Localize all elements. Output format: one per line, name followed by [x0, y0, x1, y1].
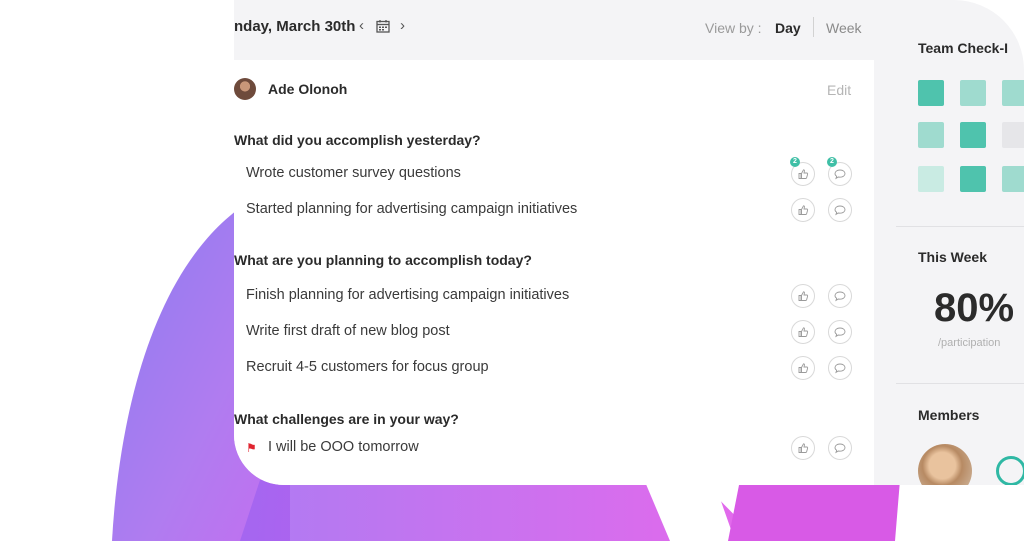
thumbs-up-icon	[798, 443, 809, 453]
team-checkin-title: Team Check-I	[918, 40, 1008, 56]
checkin-tile[interactable]	[960, 166, 986, 192]
red-flag-icon: ⚑	[246, 441, 257, 455]
checkin-tile[interactable]	[1002, 166, 1024, 192]
comment-icon	[834, 291, 846, 302]
like-button[interactable]: 2	[790, 157, 815, 186]
participation-label: /participation	[938, 337, 1001, 349]
checkin-tile[interactable]	[918, 122, 944, 148]
user-name: Ade Olonoh	[268, 81, 348, 97]
thumbs-up-icon	[798, 363, 809, 373]
comment-icon	[834, 205, 846, 216]
comment-button[interactable]: 2	[827, 157, 852, 186]
edit-link[interactable]: Edit	[827, 82, 851, 98]
checkin-card: Ade Olonoh Edit What did you accomplish …	[234, 60, 874, 485]
checkin-tile[interactable]	[918, 80, 944, 106]
comment-icon	[834, 169, 846, 180]
this-week-title: This Week	[918, 249, 987, 265]
thumbs-up-icon	[798, 327, 809, 337]
date-toolbar: nday, March 30th ‹ › View by : Day Week	[234, 0, 874, 58]
chevron-left-icon[interactable]: ‹	[359, 17, 364, 34]
question-heading: What are you planning to accomplish toda…	[234, 252, 532, 268]
like-button[interactable]	[791, 284, 815, 308]
item-text: I will be OOO tomorrow	[268, 439, 419, 455]
comment-button[interactable]	[828, 436, 852, 460]
list-item: Finish planning for advertising campaign…	[234, 282, 854, 310]
question-heading: What challenges are in your way?	[234, 411, 459, 427]
list-item: Started planning for advertising campaig…	[234, 196, 854, 224]
date-title: nday, March 30th	[234, 18, 356, 35]
list-item: Recruit 4-5 customers for focus group	[234, 354, 854, 382]
comment-button[interactable]	[828, 356, 852, 380]
divider	[896, 383, 1024, 384]
participation-value: 80%	[934, 286, 1015, 330]
sidebar: Team Check-I This Week 80% /participatio…	[896, 0, 1024, 485]
item-text: Started planning for advertising campaig…	[246, 201, 578, 217]
list-item: Write first draft of new blog post	[234, 318, 854, 346]
thumbs-up-icon	[798, 205, 809, 215]
like-button[interactable]	[791, 436, 815, 460]
checkin-tile[interactable]	[918, 166, 944, 192]
item-text: Write first draft of new blog post	[246, 323, 450, 339]
chevron-right-icon[interactable]: ›	[400, 17, 405, 34]
item-text: Recruit 4-5 customers for focus group	[246, 359, 489, 375]
checkin-tile[interactable]	[960, 80, 986, 106]
like-button[interactable]	[791, 198, 815, 222]
divider	[813, 17, 814, 37]
comment-icon	[834, 363, 846, 374]
comment-button[interactable]	[828, 320, 852, 344]
divider	[896, 226, 1024, 227]
viewby-label: View by :	[705, 20, 762, 36]
calendar-icon[interactable]	[376, 19, 390, 33]
checkin-tile[interactable]	[960, 122, 986, 148]
comment-icon	[834, 327, 846, 338]
comment-button[interactable]	[828, 198, 852, 222]
checkin-tile[interactable]	[1002, 122, 1024, 148]
item-text: Wrote customer survey questions	[246, 165, 461, 181]
member-avatar[interactable]	[996, 456, 1024, 485]
comment-button[interactable]	[828, 284, 852, 308]
comment-icon	[834, 443, 846, 454]
question-heading: What did you accomplish yesterday?	[234, 132, 481, 148]
avatar	[234, 78, 256, 100]
like-count-badge: 2	[790, 157, 800, 167]
like-button[interactable]	[791, 320, 815, 344]
item-text: Finish planning for advertising campaign…	[246, 287, 570, 303]
comment-count-badge: 2	[827, 157, 837, 167]
members-title: Members	[918, 407, 980, 423]
checkin-tile[interactable]	[1002, 80, 1024, 106]
like-button[interactable]	[791, 356, 815, 380]
member-avatar[interactable]	[918, 444, 972, 485]
tab-week[interactable]: Week	[826, 20, 862, 36]
thumbs-up-icon	[798, 169, 809, 179]
list-item: ⚑ I will be OOO tomorrow	[234, 434, 854, 462]
list-item: Wrote customer survey questions 2 2	[234, 157, 854, 188]
tab-day[interactable]: Day	[775, 20, 801, 36]
thumbs-up-icon	[798, 291, 809, 301]
app-window: nday, March 30th ‹ › View by : Day Week …	[234, 0, 1024, 485]
